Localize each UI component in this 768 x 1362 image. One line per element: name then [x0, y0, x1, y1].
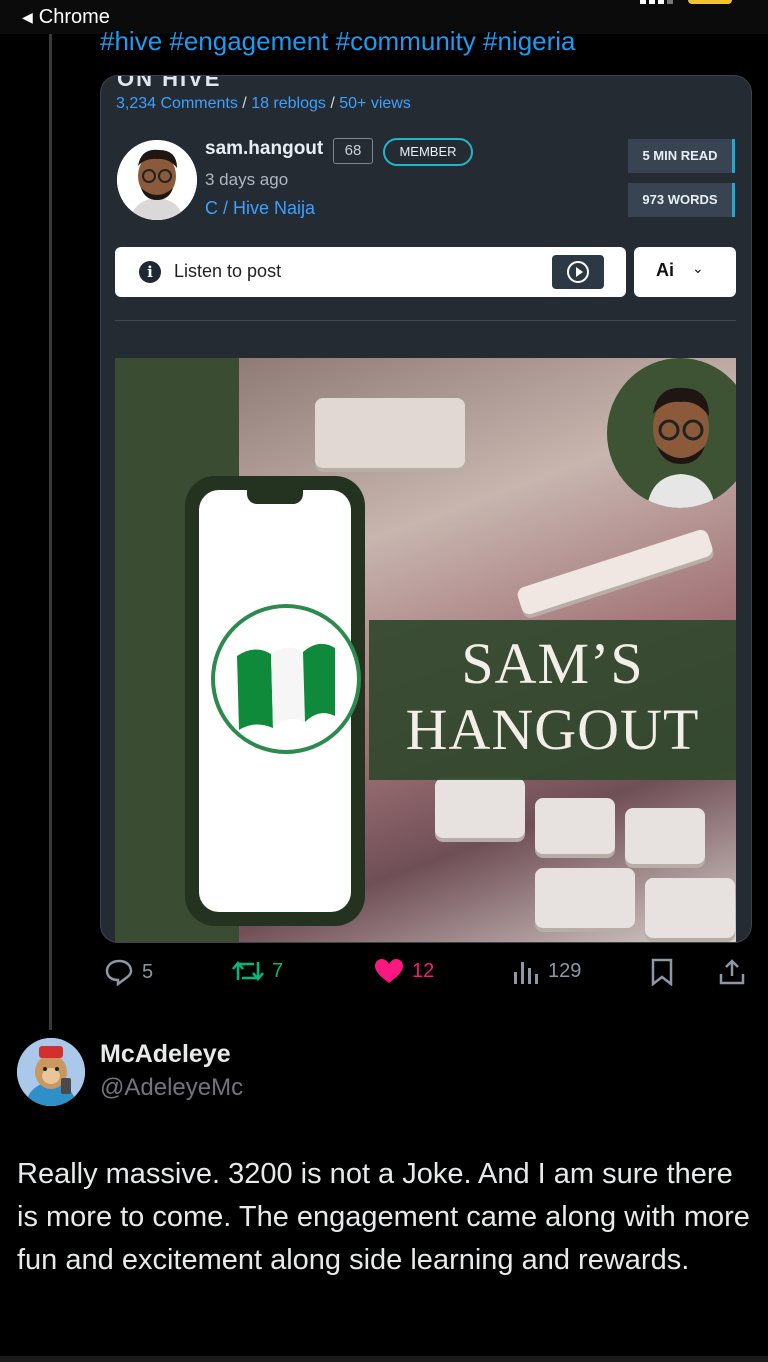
- reply-bubble-icon: [105, 959, 133, 986]
- listen-label: Listen to post: [174, 261, 282, 281]
- share-button[interactable]: [718, 958, 746, 986]
- typewriter-key: [535, 868, 635, 928]
- post-cover-image[interactable]: SAM’S HANGOUT: [115, 358, 736, 942]
- reply-author-name[interactable]: McAdeleye: [100, 1040, 231, 1069]
- post-stats: 3,234 Comments / 18 reblogs / 50+ views: [116, 95, 411, 113]
- typewriter-shape: [315, 398, 465, 468]
- comments-count[interactable]: 3,234 Comments: [116, 95, 238, 112]
- reputation-badge: 68: [333, 138, 373, 164]
- link-preview-card[interactable]: ON HIVE 3,234 Comments / 18 reblogs / 50…: [100, 75, 752, 943]
- bottom-divider: [0, 1356, 768, 1362]
- post-time: 3 days ago: [205, 170, 289, 189]
- phone-notch: [247, 488, 303, 504]
- typewriter-key: [435, 778, 525, 838]
- info-icon: i: [139, 261, 161, 283]
- reblogs-count[interactable]: 18 reblogs: [251, 95, 326, 112]
- word-count-badge: 973 WORDS: [628, 183, 735, 217]
- post-hashtags[interactable]: #hive #engagement #community #nigeria: [100, 26, 576, 57]
- title-banner: SAM’S HANGOUT: [369, 620, 736, 780]
- typewriter-key: [625, 808, 705, 864]
- analytics-icon: [514, 962, 538, 984]
- monkey-avatar-icon: [17, 1038, 85, 1106]
- repost-count: 7: [272, 959, 284, 982]
- author-name[interactable]: sam.hangout: [205, 138, 323, 160]
- reply-text: Really massive. 3200 is not a Joke. And …: [17, 1158, 750, 1276]
- chevron-down-icon: ⌄: [692, 260, 704, 276]
- reply-count: 5: [142, 960, 154, 983]
- ai-voice-dropdown[interactable]: Ai ⌄: [634, 247, 736, 297]
- status-indicators: [640, 0, 732, 4]
- typewriter-key: [645, 878, 735, 938]
- banner-line-2: HANGOUT: [405, 697, 700, 762]
- banner-line-1: SAM’S: [461, 631, 644, 696]
- listen-to-post-bar[interactable]: i Listen to post: [115, 247, 626, 297]
- reply-author-avatar[interactable]: [17, 1038, 85, 1106]
- repost-action[interactable]: 7: [232, 958, 283, 984]
- like-count: 12: [412, 959, 435, 982]
- views-action[interactable]: 129: [512, 958, 581, 984]
- read-time-badge: 5 MIN READ: [628, 139, 735, 173]
- bookmark-button[interactable]: [650, 958, 674, 986]
- play-button[interactable]: [552, 255, 604, 289]
- author-avatar[interactable]: [117, 140, 197, 220]
- heart-icon: [375, 959, 403, 983]
- stats-separator: /: [237, 95, 252, 112]
- ai-label: Ai: [656, 260, 674, 280]
- flag-graphic-icon: [237, 643, 335, 730]
- play-icon: [567, 261, 589, 283]
- community-link[interactable]: C / Hive Naija: [205, 198, 315, 219]
- reply-action[interactable]: 5: [104, 958, 153, 986]
- bitmoji-avatar-icon: [117, 140, 197, 220]
- signal-icon: [640, 0, 673, 4]
- typewriter-key: [535, 798, 615, 854]
- member-badge: MEMBER: [383, 138, 473, 166]
- post-actions: 5 7 12 129: [100, 958, 750, 992]
- battery-icon: [688, 0, 732, 4]
- share-icon: [719, 959, 745, 985]
- views-count[interactable]: 50+ views: [339, 95, 411, 112]
- nigeria-flag-icon: [211, 604, 361, 754]
- thread-line: [49, 34, 52, 1030]
- reply-author-handle[interactable]: @AdeleyeMc: [100, 1074, 243, 1102]
- bookmark-icon: [651, 958, 673, 986]
- views-count-action: 129: [548, 959, 582, 982]
- card-divider: [115, 320, 736, 321]
- like-action[interactable]: 12: [374, 958, 434, 984]
- back-to-app-button[interactable]: ◀ Chrome: [22, 6, 110, 29]
- back-arrow-icon: ◀: [22, 9, 33, 25]
- card-title-cut: ON HIVE: [117, 75, 222, 91]
- stats-separator: /: [325, 95, 340, 112]
- repost-icon: [232, 961, 264, 981]
